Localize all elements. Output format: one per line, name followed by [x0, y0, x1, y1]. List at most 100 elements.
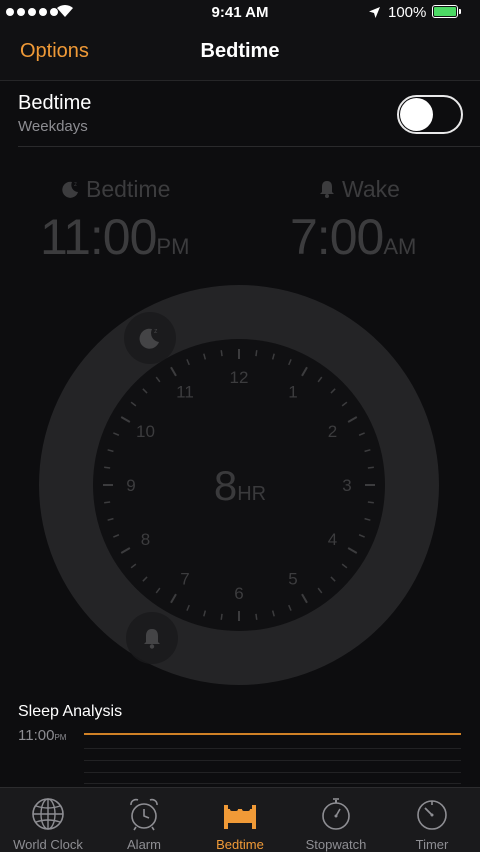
dial-tick — [358, 432, 365, 436]
dial-tick — [317, 587, 323, 594]
wake-ampm: AM — [383, 234, 417, 259]
tab-label: World Clock — [13, 837, 83, 852]
dial-tick — [120, 416, 131, 423]
sleep-start-suffix: PM — [54, 733, 67, 742]
dial-tick — [113, 534, 120, 538]
bedtime-time-value: 11:00 — [40, 209, 157, 265]
tab-stopwatch[interactable]: Stopwatch — [288, 788, 384, 852]
dial-tick — [301, 366, 308, 377]
dial-hour-number: 11 — [176, 382, 194, 401]
sleep-hours-value: 8 — [213, 462, 238, 509]
dial-tick — [220, 613, 223, 620]
dial-tick — [107, 449, 114, 453]
dial-hour-number: 9 — [126, 476, 135, 495]
wake-handle[interactable] — [126, 612, 178, 664]
bed-icon — [224, 805, 256, 829]
tab-bedtime[interactable]: Bedtime — [192, 788, 288, 852]
dial-tick — [255, 350, 258, 357]
sleep-analysis-gridline — [84, 748, 461, 749]
sleep-analysis-gridline — [84, 783, 461, 784]
bedtime-handle[interactable]: z — [124, 312, 176, 364]
bedtime-toggle[interactable] — [397, 95, 463, 134]
sleep-analysis-gridline — [84, 760, 461, 761]
dial-tick — [104, 501, 111, 504]
tab-world-clock[interactable]: World Clock — [0, 788, 96, 852]
wake-label-text: Wake — [342, 176, 400, 202]
dial-tick — [186, 359, 190, 366]
bedtime-schedule-row: Bedtime Weekdays — [0, 81, 480, 147]
dial-hour-number: 5 — [288, 570, 297, 589]
stopwatch-icon — [322, 798, 350, 830]
dial-tick — [220, 350, 223, 357]
dial-tick — [142, 388, 148, 394]
sleep-analysis-gridline — [84, 772, 461, 773]
wake-time[interactable]: 7:00AM — [290, 208, 416, 266]
dial-tick — [271, 353, 275, 360]
sleep-start-time: 11:00PM — [18, 727, 66, 744]
bell-icon — [320, 181, 334, 198]
dial-tick — [288, 359, 292, 366]
dial-tick — [330, 388, 336, 394]
dial-tick — [347, 547, 358, 554]
dial-tick — [367, 466, 374, 469]
page-title: Bedtime — [200, 40, 280, 62]
dial-tick — [341, 401, 348, 407]
sleep-analysis-bar — [84, 733, 461, 735]
tab-alarm[interactable]: Alarm — [96, 788, 192, 852]
tab-label: Timer — [415, 837, 449, 852]
dial-hour-number: 6 — [234, 584, 243, 603]
dial-tick — [271, 610, 275, 617]
dial-tick — [186, 604, 190, 611]
dial-tick — [113, 432, 120, 436]
bedtime-row-title: Bedtime — [18, 92, 92, 114]
timer-icon — [417, 800, 447, 830]
dial-tick — [130, 401, 137, 407]
sleep-hours: 8HR — [180, 462, 300, 510]
wake-label: Wake — [318, 176, 400, 203]
bedtime-time[interactable]: 11:00PM — [40, 208, 189, 266]
dial-tick — [255, 613, 258, 620]
dial-tick — [120, 547, 131, 554]
status-bar: 9:41 AM 100% — [0, 0, 480, 26]
dial-tick — [170, 366, 177, 377]
battery-tip — [459, 9, 461, 14]
dial-hour-number: 12 — [230, 368, 249, 387]
dial-tick — [347, 416, 358, 423]
dial-tick — [301, 593, 308, 604]
tab-label: Alarm — [127, 837, 161, 852]
tab-timer[interactable]: Timer — [384, 788, 480, 852]
wake-time-value: 7:00 — [290, 209, 384, 265]
battery-percentage: 100% — [388, 4, 427, 21]
dial-tick — [170, 593, 177, 604]
dial-tick — [358, 534, 365, 538]
dial-tick — [107, 517, 114, 521]
dial-hour-number: 3 — [342, 476, 351, 495]
sleep-analysis-title: Sleep Analysis — [18, 703, 123, 720]
dial-tick — [367, 501, 374, 504]
dial-hour-number: 8 — [141, 530, 150, 549]
sleep-hours-unit: HR — [237, 483, 267, 505]
dial-tick — [142, 576, 148, 582]
globe-icon — [32, 798, 64, 830]
dial-tick — [341, 563, 348, 569]
battery-icon — [432, 5, 458, 18]
dial-hour-number: 4 — [328, 530, 337, 549]
dial-hour-number: 7 — [180, 570, 189, 589]
dial-tick — [104, 466, 111, 469]
dial-tick — [317, 376, 323, 383]
toggle-knob — [400, 98, 433, 131]
dial-tick — [364, 449, 371, 453]
dial-tick — [288, 604, 292, 611]
bedtime-ampm: PM — [156, 234, 190, 259]
svg-text:z: z — [74, 182, 77, 188]
svg-text:z: z — [154, 328, 158, 335]
dial-tick — [203, 610, 207, 617]
bell-icon — [144, 629, 160, 649]
bedtime-row-subtitle[interactable]: Weekdays — [18, 118, 88, 135]
tab-bar: World Clock Alarm Bedtime Stopwatch Time… — [0, 787, 480, 852]
sleep-start-value: 11:00 — [18, 727, 55, 744]
dial-tick — [364, 517, 371, 521]
moon-icon: z — [62, 181, 78, 198]
tab-label: Bedtime — [216, 837, 264, 852]
dial-tick — [330, 576, 336, 582]
